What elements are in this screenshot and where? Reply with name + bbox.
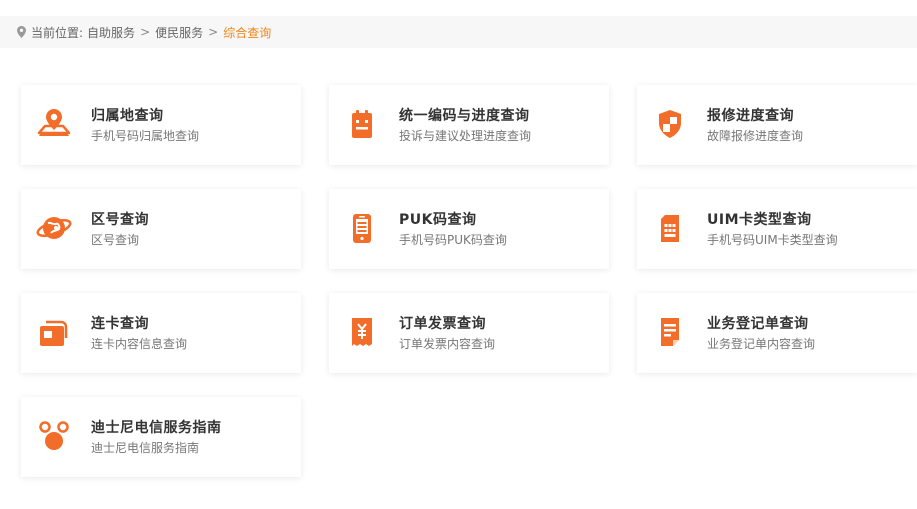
clipboard-icon [352, 110, 372, 138]
card-linked-card-query[interactable]: 连卡查询 连卡内容信息查询 [21, 293, 301, 373]
card-description: 手机号码归属地查询 [91, 129, 200, 143]
card-description: 手机号码UIM卡类型查询 [707, 233, 838, 247]
card-description: 迪士尼电信服务指南 [91, 441, 200, 455]
card-description: 区号查询 [91, 233, 140, 247]
card-title: 区号查询 [91, 212, 149, 228]
card-description: 手机号码PUK码查询 [399, 233, 507, 247]
breadcrumb-separator: > [208, 25, 219, 39]
card-title: 连卡查询 [91, 316, 149, 332]
card-description: 业务登记单内容查询 [707, 337, 816, 351]
phone-icon [353, 214, 371, 243]
card-uim-card-type-query[interactable]: UIM卡类型查询 手机号码UIM卡类型查询 [637, 189, 917, 269]
breadcrumb-current: 综合查询 [223, 25, 272, 40]
document-icon [661, 318, 679, 346]
breadcrumb-item-convenience[interactable]: 便民服务 [155, 24, 203, 41]
card-description: 故障报修进度查询 [707, 129, 804, 143]
card-repair-progress-query[interactable]: 报修进度查询 故障报修进度查询 [637, 85, 917, 165]
card-title: 统一编码与进度查询 [399, 108, 530, 124]
card-title: 业务登记单查询 [707, 316, 809, 332]
mickey-icon [39, 421, 69, 450]
location-pin-icon [17, 26, 26, 38]
map-pin-icon [37, 109, 71, 136]
card-disney-telecom-guide[interactable]: 迪士尼电信服务指南 迪士尼电信服务指南 [21, 397, 301, 477]
card-location-query[interactable]: 归属地查询 手机号码归属地查询 [21, 85, 301, 165]
card-business-register-query[interactable]: 业务登记单查询 业务登记单内容查询 [637, 293, 917, 373]
card-title: PUK码查询 [399, 212, 477, 228]
cards-icon [40, 320, 68, 346]
globe-icon [36, 217, 72, 239]
card-description: 连卡内容信息查询 [91, 337, 188, 351]
card-order-invoice-query[interactable]: 订单发票查询 订单发票内容查询 [329, 293, 609, 373]
breadcrumb: 当前位置: 自助服务 > 便民服务 > 综合查询 [0, 16, 917, 48]
card-description: 订单发票内容查询 [399, 337, 496, 351]
card-title: 归属地查询 [91, 108, 164, 124]
card-title: 报修进度查询 [707, 108, 794, 124]
sim-card-icon [661, 215, 679, 242]
card-unified-code-query[interactable]: 统一编码与进度查询 投诉与建议处理进度查询 [329, 85, 609, 165]
breadcrumb-item-self-service[interactable]: 自助服务 [87, 24, 135, 41]
invoice-icon [352, 318, 372, 346]
breadcrumb-separator: > [140, 25, 151, 39]
card-title: UIM卡类型查询 [707, 212, 812, 228]
shield-icon [659, 110, 681, 138]
card-title: 迪士尼电信服务指南 [91, 420, 222, 436]
card-description: 投诉与建议处理进度查询 [399, 129, 532, 143]
card-title: 订单发票查询 [399, 316, 486, 332]
card-area-code-query[interactable]: 区号查询 区号查询 [21, 189, 301, 269]
card-puk-code-query[interactable]: PUK码查询 手机号码PUK码查询 [329, 189, 609, 269]
breadcrumb-prefix: 当前位置: [31, 25, 84, 40]
